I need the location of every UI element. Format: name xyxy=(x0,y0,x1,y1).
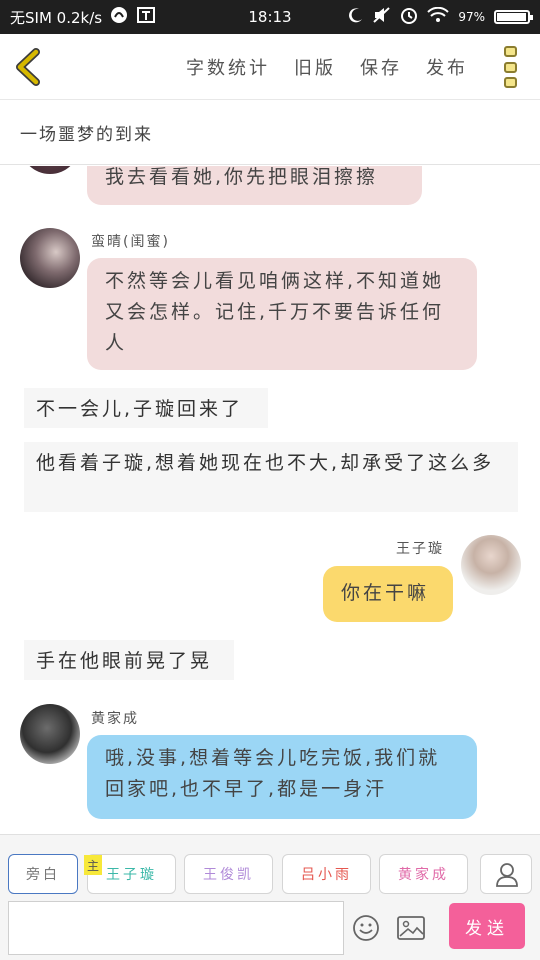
sender-name: 蛮晴(闺蜜) xyxy=(91,234,170,250)
character-tab-label: 吕小雨 xyxy=(301,867,352,883)
narration-content: 不一会儿,子璇回来了 xyxy=(36,398,244,420)
clock: 18:13 xyxy=(248,8,292,26)
send-button[interactable]: 发送 xyxy=(449,903,525,949)
avatar[interactable] xyxy=(20,704,80,764)
save-button[interactable]: 保存 xyxy=(360,54,402,80)
character-tab-label: 黄家成 xyxy=(398,867,449,883)
message-text: 不然等会儿看见咱俩这样,不知道她又会怎样。记住,千万不要告诉任何人 xyxy=(105,270,445,354)
chat-area[interactable]: 我去看看她,你先把眼泪擦擦 蛮晴(闺蜜) 不然等会儿看见咱俩这样,不知道她又会怎… xyxy=(0,166,540,834)
main-character-badge: 主 xyxy=(84,855,102,875)
person-icon xyxy=(496,863,518,887)
message-bubble[interactable]: 哦,没事,想着等会儿吃完饭,我们就回家吧,也不早了,都是一身汗 xyxy=(87,735,477,819)
smiley-icon xyxy=(353,915,379,941)
battery-level xyxy=(497,13,526,21)
narration-text[interactable]: 手在他眼前晃了晃 xyxy=(24,640,234,680)
character-tab-huang-jiacheng[interactable]: 黄家成 xyxy=(379,854,468,894)
image-button[interactable] xyxy=(397,916,425,940)
image-icon xyxy=(397,916,425,940)
character-tab-lv-xiaoyu[interactable]: 吕小雨 xyxy=(282,854,371,894)
narration-content: 手在他眼前晃了晃 xyxy=(36,650,213,672)
old-version-button[interactable]: 旧版 xyxy=(294,54,336,80)
character-tab-label: 旁白 xyxy=(26,867,60,883)
character-tab-label: 王子璇 xyxy=(106,867,157,883)
publish-button[interactable]: 发布 xyxy=(426,54,468,80)
more-menu-icon[interactable] xyxy=(504,46,520,88)
sender-name: 王子璇 xyxy=(396,541,444,557)
narration-text[interactable]: 不一会儿,子璇回来了 xyxy=(24,388,268,428)
narration-content: 他看着子璇,想着她现在也不大,却承受了这么多 xyxy=(36,452,495,474)
character-tab-wang-junkai[interactable]: 王俊凯 xyxy=(184,854,273,894)
avatar[interactable] xyxy=(20,166,80,174)
character-tab-narrator[interactable]: 旁白 xyxy=(8,854,78,894)
message-bubble[interactable]: 你在干嘛 xyxy=(323,566,453,622)
message-text: 哦,没事,想着等会儿吃完饭,我们就回家吧,也不早了,都是一身汗 xyxy=(105,747,441,800)
back-button[interactable] xyxy=(12,48,44,86)
word-count-button[interactable]: 字数统计 xyxy=(186,54,270,80)
story-title[interactable]: 一场噩梦的到来 xyxy=(20,120,153,145)
composer-panel: 旁白 王子璇 主 王俊凯 吕小雨 黄家成 发送 xyxy=(0,834,540,960)
message-input[interactable] xyxy=(8,901,344,955)
message-text: 你在干嘛 xyxy=(341,582,430,604)
back-arrow-icon xyxy=(16,48,40,86)
character-tab-label: 王俊凯 xyxy=(203,867,254,883)
message-bubble[interactable]: 不然等会儿看见咱俩这样,不知道她又会怎样。记住,千万不要告诉任何人 xyxy=(87,258,477,370)
message-text: 我去看看她,你先把眼泪擦擦 xyxy=(105,166,379,188)
emoji-button[interactable] xyxy=(352,914,380,942)
nav-bar: 字数统计 旧版 保存 发布 xyxy=(0,34,540,100)
narration-text[interactable]: 他看着子璇,想着她现在也不大,却承受了这么多 xyxy=(24,442,518,512)
sender-name: 黄家成 xyxy=(91,711,139,727)
avatar[interactable] xyxy=(20,228,80,288)
nav-actions: 字数统计 旧版 保存 发布 xyxy=(186,34,468,100)
status-bar: 无SIM 0.2k/s 18:13 97% xyxy=(0,0,540,34)
message-bubble[interactable]: 我去看看她,你先把眼泪擦擦 xyxy=(87,166,422,205)
battery-icon xyxy=(494,10,533,24)
avatar[interactable] xyxy=(461,535,521,595)
story-title-bar: 一场噩梦的到来 xyxy=(0,100,540,165)
add-character-button[interactable] xyxy=(480,854,532,894)
